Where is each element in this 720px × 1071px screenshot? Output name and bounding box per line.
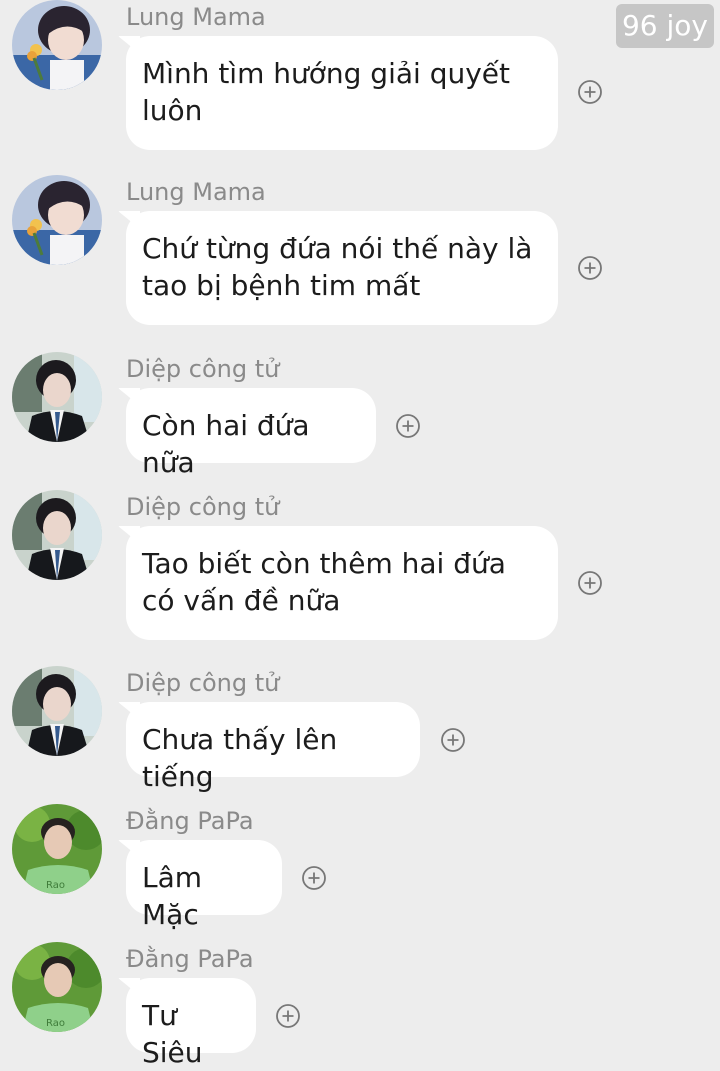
avatar-diep-cong-tu[interactable]	[12, 666, 102, 756]
avatar-dang-papa[interactable]: Rao	[12, 804, 102, 894]
avatar-diep-cong-tu[interactable]	[12, 352, 102, 442]
avatar-diep-cong-tu[interactable]	[12, 490, 102, 580]
sender-name: Diệp công tử	[126, 355, 280, 383]
avatar-lung-mama[interactable]	[12, 175, 102, 265]
message-bubble[interactable]: Mình tìm hướng giải quyết luôn	[126, 36, 558, 150]
avatar-dang-papa[interactable]: Rao	[12, 942, 102, 1032]
plus-circle-icon[interactable]	[578, 571, 602, 595]
plus-circle-icon[interactable]	[396, 414, 420, 438]
sender-name: Đằng PaPa	[126, 807, 254, 835]
watermark: 96 joy	[615, 4, 714, 48]
message-bubble[interactable]: Chứ từng đứa nói thế này là tao bị bệnh …	[126, 211, 558, 325]
plus-circle-icon[interactable]	[302, 866, 326, 890]
message-bubble[interactable]: Tao biết còn thêm hai đứa có vấn đề nữa	[126, 526, 558, 640]
message-bubble[interactable]: Còn hai đứa nữa	[126, 388, 376, 479]
sender-name: Đằng PaPa	[126, 945, 254, 973]
sender-name: Lung Mama	[126, 178, 266, 206]
message-bubble[interactable]: Lâm Mặc	[126, 840, 282, 931]
plus-circle-icon[interactable]	[578, 256, 602, 280]
chat-message-list[interactable]: Lung Mama Mình tìm hướng giải quyết luôn…	[0, 0, 720, 1069]
plus-circle-icon[interactable]	[276, 1004, 300, 1028]
plus-circle-icon[interactable]	[441, 728, 465, 752]
avatar-lung-mama[interactable]	[12, 0, 102, 90]
sender-name: Lung Mama	[126, 3, 266, 31]
sender-name: Diệp công tử	[126, 493, 280, 521]
message-bubble[interactable]: Chưa thấy lên tiếng	[126, 702, 420, 793]
svg-text:Rao: Rao	[46, 1018, 65, 1029]
sender-name: Diệp công tử	[126, 669, 280, 697]
message-bubble[interactable]: Tư Siêu	[126, 978, 256, 1069]
plus-circle-icon[interactable]	[578, 80, 602, 104]
svg-text:Rao: Rao	[46, 880, 65, 891]
